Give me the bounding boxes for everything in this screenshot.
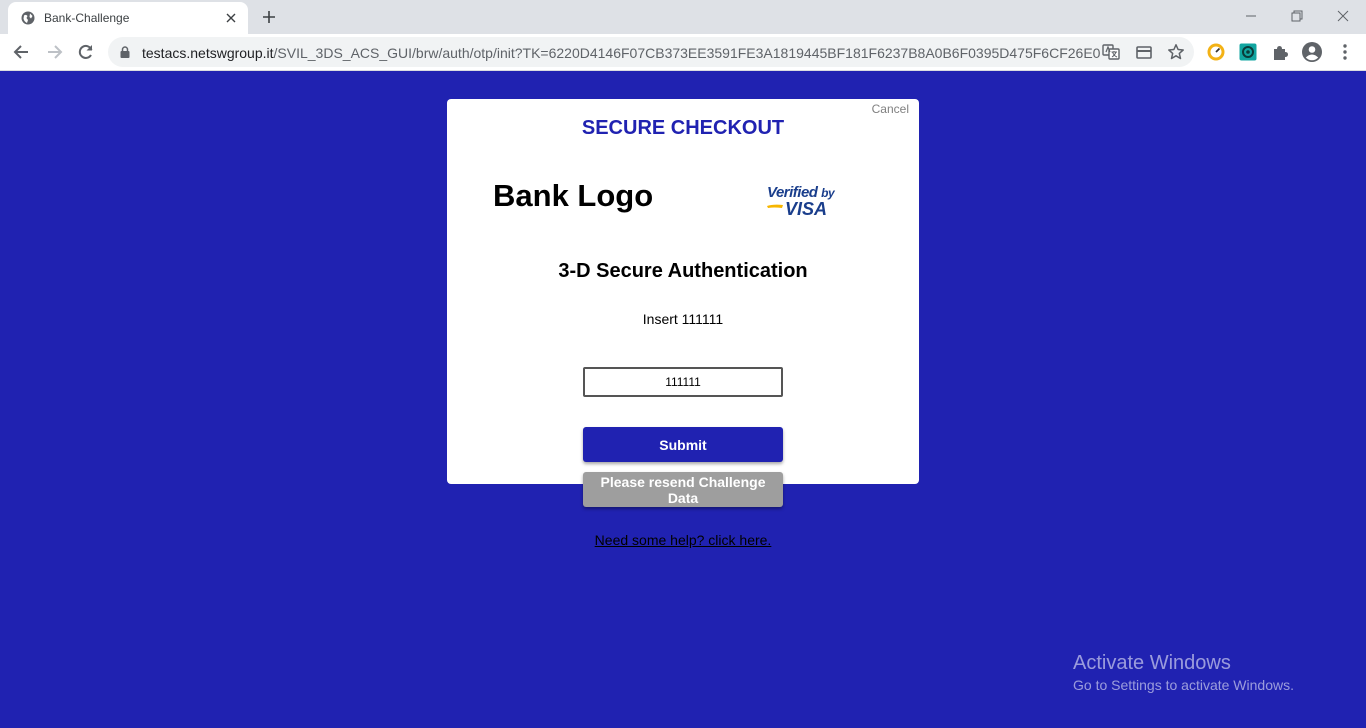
otp-input[interactable] (583, 367, 783, 397)
window-close-icon[interactable] (1335, 8, 1351, 24)
authentication-heading: 3-D Secure Authentication (558, 260, 808, 282)
card-icon[interactable] (1135, 43, 1153, 61)
submit-button[interactable]: Submit (583, 427, 783, 462)
challenge-card: Cancel SECURE CHECKOUT Bank Logo Verifie… (447, 99, 919, 484)
help-link: Need some help? click here. (0, 532, 1366, 548)
star-icon[interactable] (1167, 43, 1185, 61)
watermark-subtitle: Go to Settings to activate Windows. (1073, 677, 1294, 693)
help-link-text[interactable]: Need some help? click here. (595, 532, 772, 548)
windows-activation-watermark: Activate Windows Go to Settings to activ… (1073, 652, 1294, 693)
tab-title: Bank-Challenge (44, 11, 130, 25)
kebab-menu-icon[interactable] (1335, 42, 1355, 62)
cancel-link[interactable]: Cancel (872, 102, 909, 116)
visa-swoosh-icon (767, 204, 783, 208)
restore-icon[interactable] (1289, 8, 1305, 24)
teal-extension-icon[interactable] (1238, 42, 1258, 62)
lock-icon[interactable] (120, 46, 130, 58)
url-path: /SVIL_3DS_ACS_GUI/brw/auth/otp/init?TK=6… (273, 45, 1100, 61)
verified-by-visa-logo: Verified by VISA (765, 184, 845, 220)
translate-icon[interactable] (1102, 43, 1120, 61)
reload-icon[interactable] (76, 42, 96, 62)
back-arrow-icon[interactable] (12, 42, 32, 62)
browser-tab[interactable]: Bank-Challenge (8, 2, 248, 34)
minimize-icon[interactable] (1243, 8, 1259, 24)
resend-challenge-button[interactable]: Please resend Challenge Data (583, 472, 783, 507)
page-title: SECURE CHECKOUT (581, 117, 785, 139)
url-host: testacs.netswgroup.it (142, 45, 274, 61)
puzzle-extensions-icon[interactable] (1270, 42, 1290, 62)
speedometer-extension-icon[interactable] (1206, 42, 1226, 62)
browser-tabstrip: Bank-Challenge (0, 0, 1366, 34)
forward-arrow-icon[interactable] (44, 42, 64, 62)
globe-icon (21, 11, 35, 25)
watermark-title: Activate Windows (1073, 652, 1231, 674)
url-text[interactable]: testacs.netswgroup.it/SVIL_3DS_ACS_GUI/b… (142, 45, 1100, 61)
visa-wordmark: VISA (785, 199, 828, 219)
bank-logo: Bank Logo (493, 178, 654, 213)
new-tab-icon[interactable] (260, 8, 278, 26)
otp-instruction: Insert 111111 (642, 311, 724, 327)
by-word: by (821, 186, 835, 200)
profile-avatar-icon[interactable] (1302, 42, 1322, 62)
browser-toolbar: testacs.netswgroup.it/SVIL_3DS_ACS_GUI/b… (0, 34, 1366, 71)
address-bar[interactable]: testacs.netswgroup.it/SVIL_3DS_ACS_GUI/b… (108, 37, 1194, 67)
close-icon[interactable] (224, 11, 238, 25)
